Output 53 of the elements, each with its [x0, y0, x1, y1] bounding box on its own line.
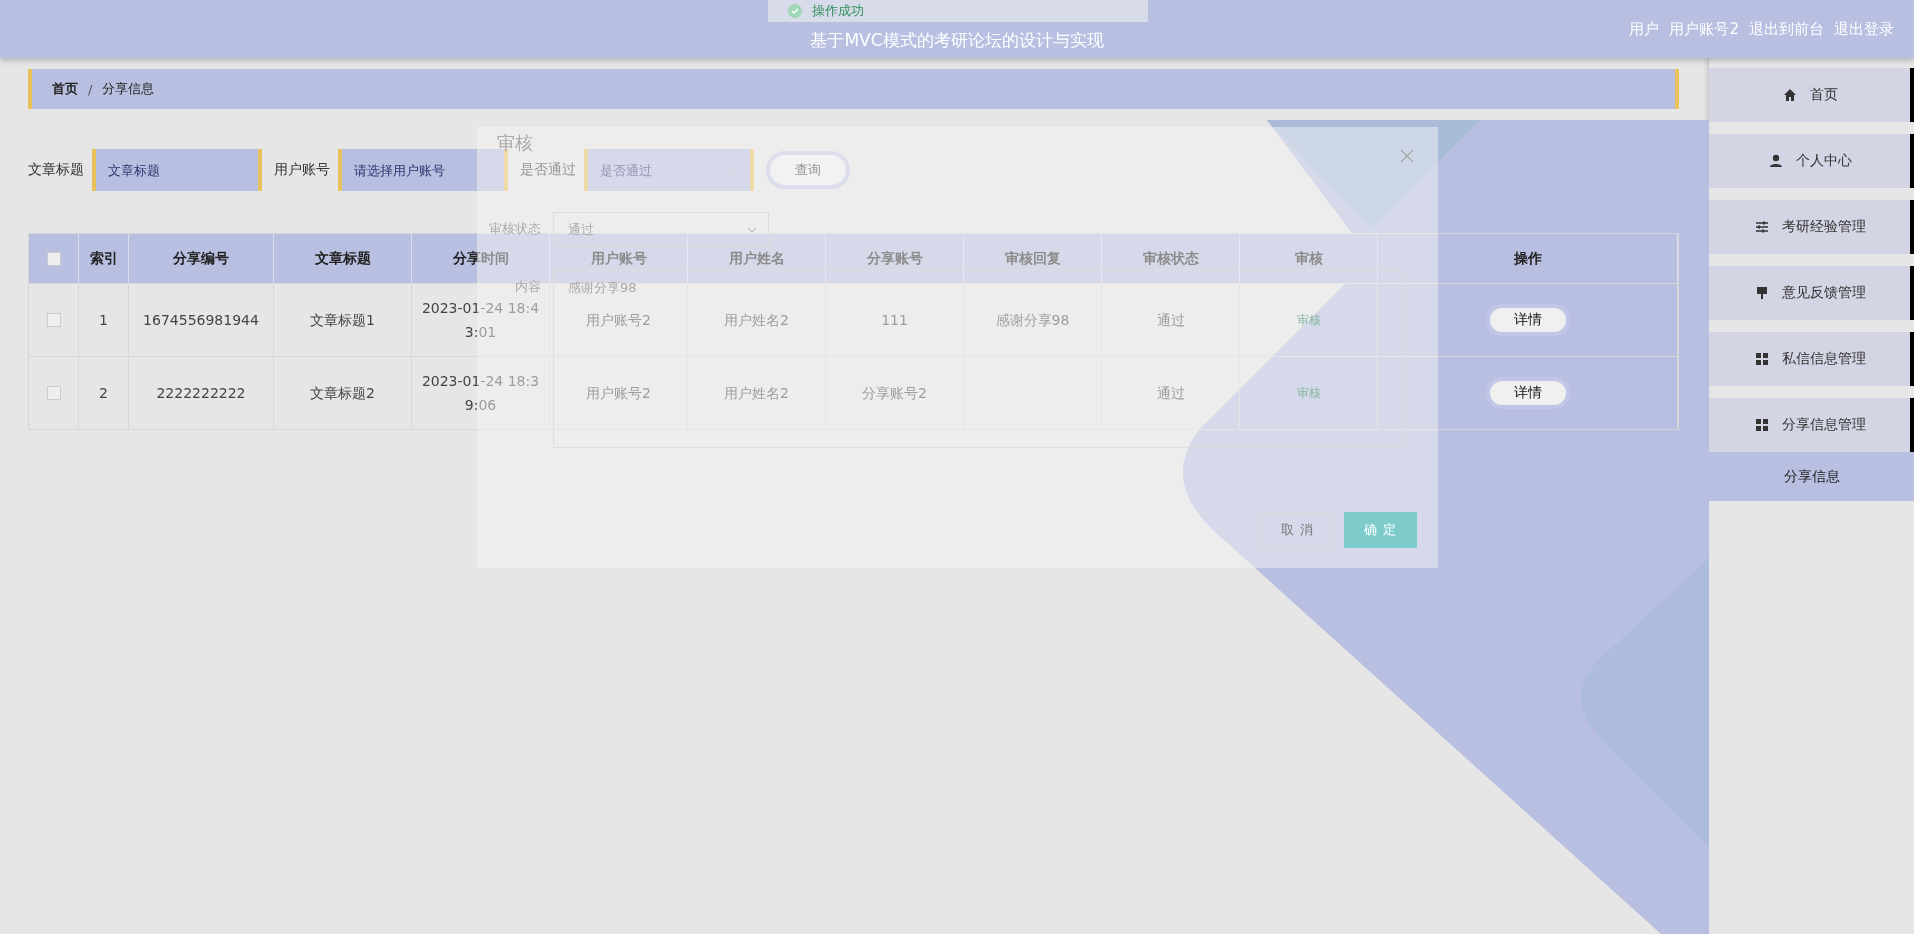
checkbox[interactable] [46, 251, 61, 266]
table-cell: 用户姓名2 [688, 356, 826, 429]
table-cell: 1674556981944 [129, 283, 274, 356]
checkbox[interactable] [46, 313, 61, 327]
column-header: 用户账号 [550, 234, 688, 283]
sidebar-item[interactable]: 个人中心 [1709, 134, 1914, 188]
table-cell: 感谢分享98 [964, 283, 1102, 356]
sidebar-item[interactable]: 分享信息管理 [1709, 398, 1914, 452]
sidebar-item[interactable]: 考研经验管理 [1709, 200, 1914, 254]
column-header: 分享时间 [412, 234, 550, 283]
toast-message: 操作成功 [812, 2, 864, 20]
column-header: 用户姓名 [688, 234, 826, 283]
field-label: 文章标题 [28, 161, 84, 179]
checkbox[interactable] [46, 386, 61, 400]
table-cell: 1 [79, 283, 129, 356]
check-icon [788, 4, 802, 18]
table-cell: 文章标题1 [274, 283, 412, 356]
sidebar-item[interactable]: 意见反馈管理 [1709, 266, 1914, 320]
column-header: 分享编号 [129, 234, 274, 283]
grid-icon [1753, 417, 1770, 433]
table-cell: 2222222222 [129, 356, 274, 429]
user-account: 用户账号2 [1669, 19, 1739, 39]
breadcrumb-separator: / [88, 81, 93, 97]
table-cell: 文章标题2 [274, 356, 412, 429]
table-cell: 通过 [1102, 283, 1240, 356]
details-button[interactable]: 详情 [1485, 377, 1570, 409]
column-header: 索引 [79, 234, 129, 283]
sidebar-item[interactable]: 私信信息管理 [1709, 332, 1914, 386]
table-cell: 分享账号2 [826, 356, 964, 429]
sidebar-item[interactable]: 首页 [1709, 68, 1914, 122]
field-label: 用户账号 [274, 161, 330, 179]
sliders-icon [1753, 219, 1770, 235]
column-header: 审核状态 [1102, 234, 1240, 283]
field-label: 是否通过 [520, 161, 576, 179]
breadcrumb-item[interactable]: 首页 [52, 80, 78, 98]
site-title: 基于MVC模式的考研论坛的设计与实现 [810, 28, 1104, 52]
table-cell: 通过 [1102, 356, 1240, 429]
table-cell: 用户账号2 [550, 356, 688, 429]
table-cell: 2 [79, 356, 129, 429]
column-header: 文章标题 [274, 234, 412, 283]
grid-icon [1753, 351, 1770, 367]
table-cell: 2023-01-24 18:39:06 [412, 356, 550, 429]
user-label: 用户 [1629, 19, 1660, 39]
column-header: 审核回复 [964, 234, 1102, 283]
breadcrumb-item: 分享信息 [102, 80, 155, 98]
table-cell: 用户姓名2 [688, 283, 826, 356]
table-cell: 111 [826, 283, 964, 356]
column-header: 分享账号 [826, 234, 964, 283]
close-icon[interactable] [1400, 149, 1414, 163]
user-icon [1767, 153, 1784, 169]
sidebar-subitem[interactable]: 分享信息 [1709, 452, 1914, 501]
column-header: 审核 [1240, 234, 1378, 283]
details-button[interactable]: 详情 [1485, 304, 1570, 336]
